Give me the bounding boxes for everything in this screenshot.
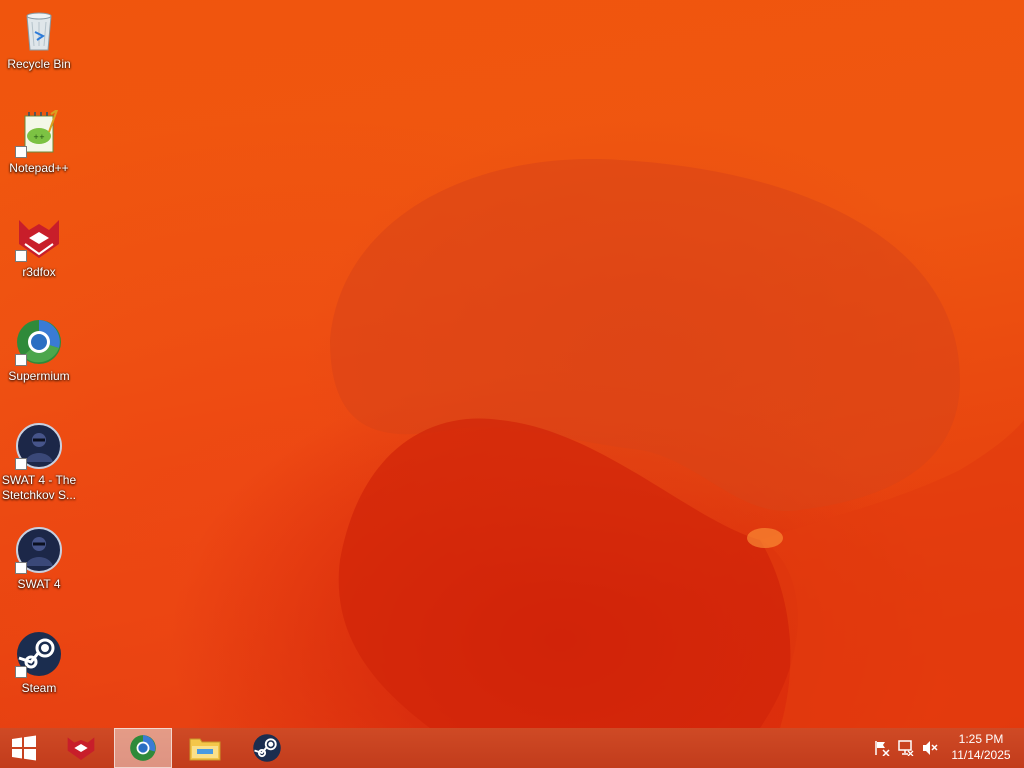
file-explorer-icon [189, 738, 221, 761]
notepad-plus-plus-icon: ++ [15, 107, 63, 158]
shortcut-arrow-icon [15, 458, 27, 470]
action-center-flag-icon[interactable] [874, 740, 890, 757]
steam-icon [253, 734, 281, 762]
desktop-icon-label: SWAT 4 - The Stetchkov S... [1, 473, 77, 502]
desktop-icon-label: Supermium [8, 369, 70, 383]
desktop-icon-label: SWAT 4 [17, 577, 61, 591]
wallpaper [330, 159, 1024, 728]
taskbar-button-steam[interactable] [242, 728, 292, 768]
supermium-icon [15, 318, 63, 366]
desktop-icon-swat4-stetchkov[interactable]: SWAT 4 - The Stetchkov S... [0, 422, 78, 503]
taskbar-button-supermium[interactable] [114, 728, 172, 768]
swat4-icon [15, 526, 63, 574]
desktop-icon-label: r3dfox [22, 265, 56, 279]
desktop-icon-label: Steam [21, 681, 57, 695]
desktop-icon-label: Recycle Bin [7, 57, 71, 71]
desktop-icon-r3dfox[interactable]: r3dfox [0, 214, 78, 280]
desktop-icon-recycle-bin[interactable]: Recycle Bin [0, 6, 78, 72]
clock-time: 1:25 PM [958, 732, 1004, 746]
recycle-bin-icon [15, 6, 63, 54]
r3dfox-icon [67, 737, 95, 760]
taskbar-button-r3dfox[interactable] [58, 728, 104, 768]
steam-icon [15, 630, 63, 678]
windows-start-icon [12, 735, 36, 761]
taskbar: 1:25 PM 11/14/2025 [0, 728, 1024, 768]
desktop-icon-supermium[interactable]: Supermium [0, 318, 78, 384]
desktop-icon-steam[interactable]: Steam [0, 630, 78, 696]
shortcut-arrow-icon [15, 146, 27, 158]
supermium-icon [130, 735, 156, 761]
volume-muted-icon[interactable] [922, 740, 938, 756]
taskbar-button-file-explorer[interactable] [180, 728, 230, 768]
desktop-icon-label: Notepad++ [9, 161, 69, 175]
shortcut-arrow-icon [15, 666, 27, 678]
shortcut-arrow-icon [15, 250, 27, 262]
start-button[interactable] [0, 728, 48, 768]
svg-text:++: ++ [33, 133, 45, 141]
desktop[interactable]: Recycle Bin ++ Notepad++ r3dfox Supermiu… [0, 0, 1024, 728]
swat4-stetchkov-icon [15, 422, 63, 470]
shortcut-arrow-icon [15, 562, 27, 574]
r3dfox-icon [15, 214, 63, 262]
taskbar-clock[interactable]: 1:25 PM 11/14/2025 [944, 731, 1018, 763]
network-icon[interactable] [898, 740, 914, 757]
shortcut-arrow-icon [15, 354, 27, 366]
desktop-icon-swat4[interactable]: SWAT 4 [0, 526, 78, 592]
desktop-icon-notepad-plus-plus[interactable]: ++ Notepad++ [0, 107, 78, 176]
clock-date: 11/14/2025 [951, 748, 1011, 762]
